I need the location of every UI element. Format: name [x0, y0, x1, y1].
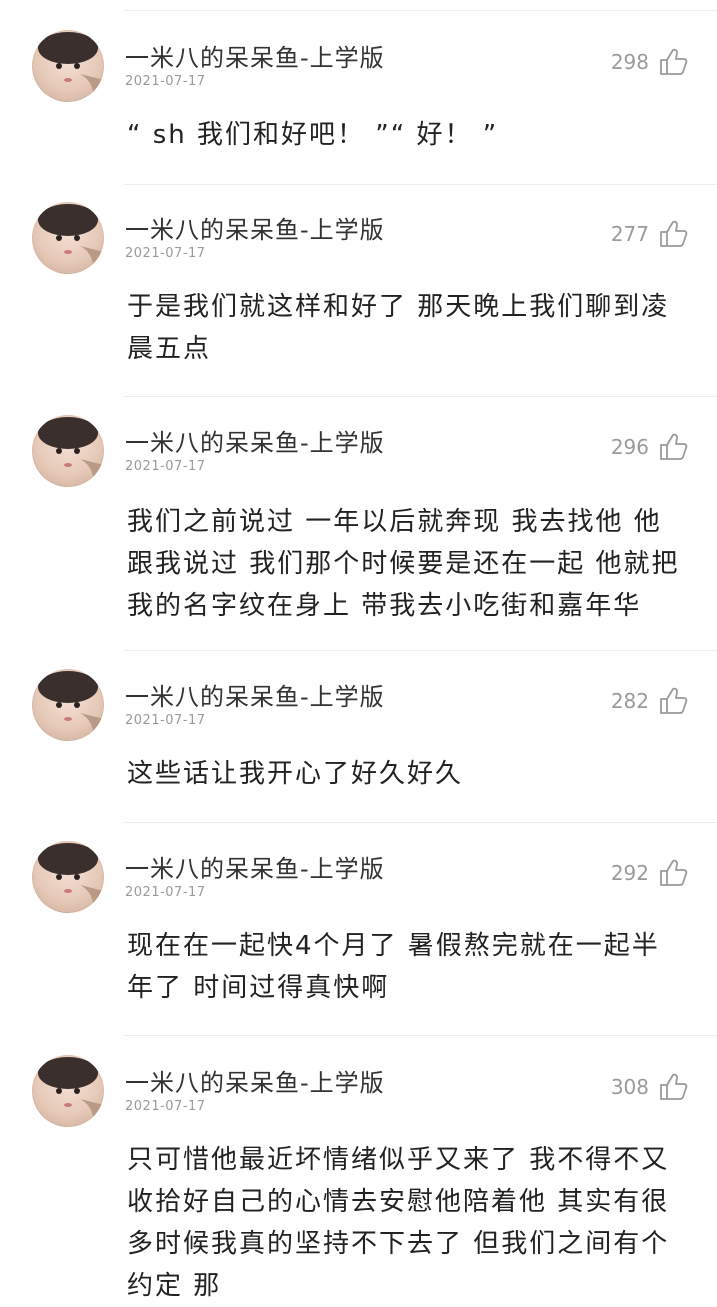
thumbs-up-icon: [657, 1071, 689, 1103]
comment-date: 2021-07-17: [125, 885, 206, 900]
divider: [124, 822, 717, 823]
comment-text: “ sh 我们和好吧！ ”“ 好！ ”: [127, 120, 499, 150]
like-button[interactable]: 282: [611, 685, 689, 717]
like-button[interactable]: 296: [611, 431, 689, 463]
divider: [124, 1035, 717, 1036]
avatar[interactable]: [32, 415, 104, 487]
divider: [124, 396, 717, 397]
comment-date: 2021-07-17: [125, 459, 206, 474]
like-count: 298: [610, 50, 649, 74]
like-button[interactable]: 292: [611, 857, 689, 889]
thumbs-up-icon: [657, 218, 689, 250]
like-count: 296: [610, 435, 649, 459]
thumbs-up-icon: [657, 857, 689, 889]
thumbs-up-icon: [657, 46, 689, 78]
divider: [124, 10, 717, 11]
comment-date: 2021-07-17: [125, 713, 206, 728]
avatar[interactable]: [32, 30, 104, 102]
comment-date: 2021-07-17: [125, 246, 206, 261]
like-button[interactable]: 308: [611, 1071, 689, 1103]
avatar[interactable]: [32, 669, 104, 741]
comment-text: 现在在一起快4个月了 暑假熬完就在一起半年了 时间过得真快啊: [127, 931, 660, 1003]
comment-date: 2021-07-17: [125, 1099, 206, 1114]
like-button[interactable]: 298: [611, 46, 689, 78]
divider: [124, 184, 717, 185]
username[interactable]: 一米八的呆呆鱼-上学版: [125, 677, 385, 712]
comment-text: 于是我们就这样和好了 那天晚上我们聊到凌晨五点: [127, 292, 670, 364]
avatar[interactable]: [32, 1055, 104, 1127]
comment-text: 这些话让我开心了好久好久: [127, 759, 464, 789]
username[interactable]: 一米八的呆呆鱼-上学版: [125, 38, 385, 73]
username[interactable]: 一米八的呆呆鱼-上学版: [125, 849, 385, 884]
thumbs-up-icon: [657, 685, 689, 717]
username[interactable]: 一米八的呆呆鱼-上学版: [125, 423, 385, 458]
comment-date: 2021-07-17: [125, 74, 206, 89]
comment-text: 我们之前说过 一年以后就奔现 我去找他 他跟我说过 我们那个时候要是还在一起 他…: [127, 507, 680, 621]
like-count: 277: [610, 222, 649, 246]
like-count: 292: [610, 861, 649, 885]
divider: [124, 650, 717, 651]
avatar[interactable]: [32, 841, 104, 913]
like-button[interactable]: 277: [611, 218, 689, 250]
comment-text: 只可惜他最近坏情绪似乎又来了 我不得不又收拾好自己的心情去安慰他陪着他 其实有很…: [127, 1145, 670, 1301]
username[interactable]: 一米八的呆呆鱼-上学版: [125, 1063, 385, 1098]
like-count: 282: [610, 689, 649, 713]
username[interactable]: 一米八的呆呆鱼-上学版: [125, 210, 385, 245]
avatar[interactable]: [32, 202, 104, 274]
like-count: 308: [610, 1075, 649, 1099]
thumbs-up-icon: [657, 431, 689, 463]
